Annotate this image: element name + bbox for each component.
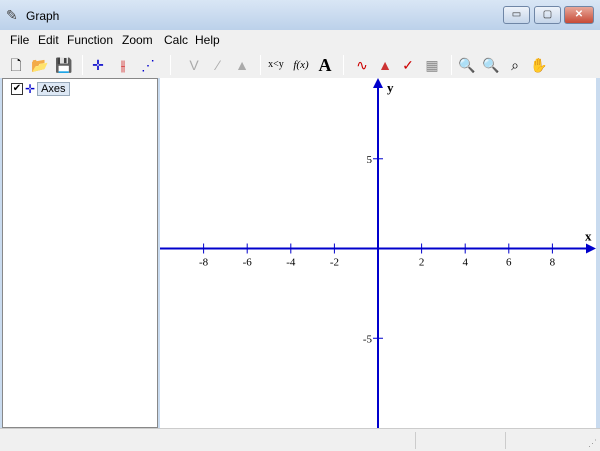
x-axis-arrow <box>586 243 596 254</box>
axes-checkbox[interactable]: ✔ <box>11 83 23 95</box>
maximize-button[interactable]: ▢ <box>534 6 561 24</box>
coordinate-plot[interactable]: x y -8 -6 -4 -2 2 4 6 8 5 -5 <box>160 78 596 428</box>
menu-bar: File Edit Function Zoom Calc Help <box>0 30 600 50</box>
axes-icon: ✛ <box>25 82 36 96</box>
menu-file[interactable]: File <box>10 33 29 47</box>
separator <box>170 55 171 75</box>
new-file-icon[interactable]: 🗋 <box>6 55 26 75</box>
status-section <box>505 432 506 449</box>
x-tick-label: 2 <box>419 257 425 269</box>
minimize-button[interactable]: ▭ <box>503 6 530 24</box>
menu-edit[interactable]: Edit <box>38 33 59 47</box>
close-button[interactable]: ✕ <box>564 6 594 24</box>
menu-zoom[interactable]: Zoom <box>122 33 153 47</box>
menu-help[interactable]: Help <box>195 33 220 47</box>
x-tick-label: 6 <box>506 257 512 269</box>
relation-button[interactable]: x<y <box>266 55 286 75</box>
open-folder-icon[interactable]: 📂 <box>30 55 50 75</box>
graph-area[interactable]: x y -8 -6 -4 -2 2 4 6 8 5 -5 <box>160 78 596 428</box>
zoom-out-icon[interactable]: 🔍 <box>481 55 501 75</box>
zoom-window-icon[interactable]: ⌕ <box>505 55 525 75</box>
tangent-icon: V <box>189 57 199 73</box>
y-tick-label: 5 <box>367 154 373 166</box>
separator <box>82 55 83 75</box>
area-icon[interactable]: ▲ <box>375 55 395 75</box>
resize-grip-icon[interactable]: ⋰ <box>588 438 597 449</box>
axes-icon[interactable]: ✛ <box>88 55 108 75</box>
separator <box>451 55 452 75</box>
x-tick-label: -4 <box>286 257 296 269</box>
separator <box>343 55 344 75</box>
status-section <box>415 432 416 449</box>
x-axis-label: x <box>585 229 592 244</box>
save-icon[interactable]: 💾 <box>54 55 74 75</box>
graph-line-icon[interactable]: ∿ <box>352 55 372 75</box>
y-axis-arrow <box>373 78 383 88</box>
status-bar: ⋰ <box>0 428 600 451</box>
separator <box>260 55 261 75</box>
x-tick-label: -2 <box>330 257 339 269</box>
point-series-icon[interactable]: ⋰ <box>138 55 158 75</box>
x-tick-label: 8 <box>550 257 556 269</box>
x-tick-label: 4 <box>462 257 468 269</box>
shading-icon: ▲ <box>235 57 249 73</box>
custom-function-button[interactable]: f(x) <box>291 55 311 75</box>
insert-text-button[interactable]: A <box>315 55 335 75</box>
x-tick-label: -6 <box>243 257 253 269</box>
pan-hand-icon[interactable]: ✋ <box>529 55 549 75</box>
title-bar: ✎ Graph ▭ ▢ ✕ <box>0 0 600 30</box>
function-list: ✔ ✛ Axes <box>2 78 158 428</box>
toolbar: 🗋 📂 💾 ✛ ⫲ ⋰ V ⁄ ▲ x<y f(x) A ∿ ▲ ✓ ▦ 🔍 🔍… <box>0 50 600 78</box>
table-icon[interactable]: ▦ <box>422 55 442 75</box>
insert-function-icon[interactable]: ⫲ <box>113 55 133 75</box>
list-item-axes[interactable]: ✔ ✛ Axes <box>11 81 70 97</box>
evaluate-icon[interactable]: ✓ <box>398 55 418 75</box>
axes-label: Axes <box>37 82 70 96</box>
menu-function[interactable]: Function <box>67 33 113 47</box>
y-tick-label: -5 <box>363 333 373 345</box>
y-axis-label: y <box>387 80 394 95</box>
app-icon: ✎ <box>6 7 18 23</box>
window-title: Graph <box>26 9 60 23</box>
menu-calc[interactable]: Calc <box>164 33 188 47</box>
x-tick-label: -8 <box>199 257 209 269</box>
zoom-in-icon[interactable]: 🔍 <box>457 55 477 75</box>
line-icon: ⁄ <box>216 57 220 73</box>
